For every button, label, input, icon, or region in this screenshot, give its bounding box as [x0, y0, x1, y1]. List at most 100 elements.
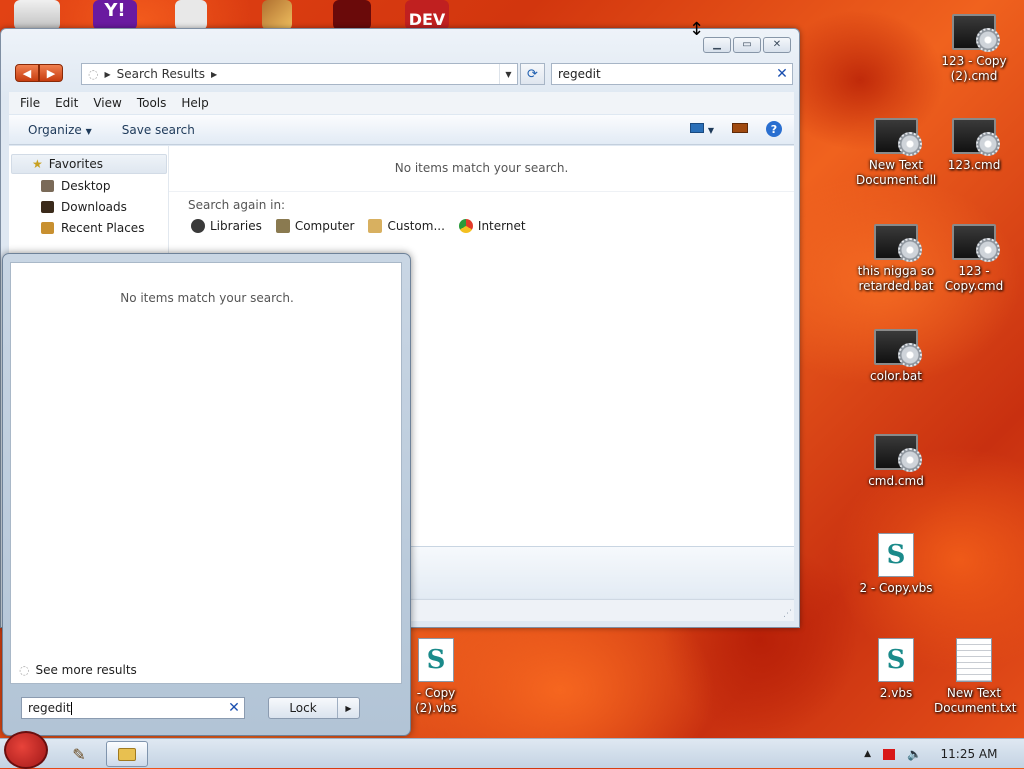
- nav-desktop[interactable]: Desktop: [41, 179, 111, 193]
- search-custom-label: Custom...: [387, 219, 445, 233]
- desktop-file-label: 123 - Copy (2).cmd: [941, 54, 1007, 83]
- folder-icon: [368, 219, 383, 233]
- loading-icon: ◌: [88, 67, 99, 81]
- search-custom-link[interactable]: Custom...: [368, 219, 445, 233]
- menu-edit[interactable]: Edit: [55, 96, 78, 110]
- nav-recent-places[interactable]: Recent Places: [41, 221, 144, 235]
- save-search-button[interactable]: Save search: [122, 123, 195, 137]
- desktop-file-cmd-cmd[interactable]: cmd.cmd: [856, 434, 936, 489]
- help-button[interactable]: ?: [766, 121, 782, 137]
- start-button[interactable]: [4, 731, 48, 769]
- taskbar-explorer-button[interactable]: [106, 741, 148, 767]
- desktop-icon-app-5[interactable]: [333, 0, 371, 30]
- preview-pane-button[interactable]: [732, 122, 748, 136]
- cmd-file-icon: [874, 118, 922, 156]
- cmd-file-icon: [874, 329, 922, 367]
- resize-grip-icon[interactable]: ⋰: [783, 609, 792, 619]
- cmd-file-icon: [952, 118, 1000, 156]
- power-options-arrow-icon[interactable]: ▶: [337, 698, 359, 718]
- close-button[interactable]: ✕: [763, 37, 791, 53]
- breadcrumb-arrow-icon[interactable]: ▶: [211, 70, 217, 79]
- desktop-file-retarded-bat[interactable]: this nigga so retarded.bat: [856, 224, 936, 294]
- show-hidden-icons-button[interactable]: ▲: [864, 749, 871, 759]
- back-button[interactable]: ◀: [15, 64, 39, 82]
- desktop-icon-yahoo[interactable]: Y!: [93, 0, 137, 30]
- desktop-file-new-text-document-txt[interactable]: New Text Document.txt: [934, 638, 1017, 716]
- command-bar: Organize ▼ Save search ▼ ?: [9, 115, 794, 145]
- desktop-icon-app-1[interactable]: [14, 0, 60, 30]
- no-items-message: No items match your search.: [394, 161, 569, 175]
- search-again-links: Libraries Computer Custom... Internet: [191, 219, 526, 233]
- start-no-items-message: No items match your search.: [120, 291, 294, 305]
- search-internet-link[interactable]: Internet: [458, 219, 526, 233]
- menu-view[interactable]: View: [93, 96, 121, 110]
- clear-search-icon[interactable]: ✕: [224, 700, 244, 716]
- explorer-search-input[interactable]: regedit ✕: [551, 63, 793, 85]
- text-caret: [70, 701, 72, 715]
- help-icon: ?: [766, 121, 782, 137]
- start-menu-panel: No items match your search. ◌ See more r…: [2, 253, 411, 736]
- desktop-file-color-bat[interactable]: color.bat: [856, 329, 936, 384]
- preview-pane-icon: [732, 123, 748, 133]
- desktop-file-label: New Text Document.txt: [934, 686, 1017, 715]
- menu-help[interactable]: Help: [181, 96, 208, 110]
- search-libraries-label: Libraries: [210, 219, 262, 233]
- desktop-file-123-cmd[interactable]: 123.cmd: [934, 118, 1014, 173]
- start-search-value: regedit: [28, 701, 71, 715]
- forward-arrow-icon: ▶: [46, 66, 56, 80]
- refresh-icon: ⟳: [527, 66, 538, 82]
- back-arrow-icon: ◀: [22, 66, 32, 80]
- organize-button[interactable]: Organize ▼: [28, 123, 92, 137]
- nav-downloads[interactable]: Downloads: [41, 200, 127, 214]
- search-libraries-link[interactable]: Libraries: [191, 219, 262, 233]
- downloads-icon: [41, 201, 54, 213]
- cmd-file-icon: [952, 14, 1000, 52]
- menu-tools[interactable]: Tools: [137, 96, 167, 110]
- address-bar[interactable]: ◌ ▶ Search Results ▶ ▼: [81, 63, 518, 85]
- nav-desktop-label: Desktop: [61, 179, 111, 193]
- desktop-file-2-vbs[interactable]: S 2.vbs: [856, 638, 936, 701]
- folder-icon: [118, 747, 136, 761]
- minimize-button[interactable]: ▁: [703, 37, 731, 53]
- text-file-icon: [956, 638, 992, 682]
- taskbar: ✎ ▲ 🔈 11:25 AM: [0, 731, 1024, 769]
- maximize-button[interactable]: ▭: [733, 37, 761, 53]
- breadcrumb-arrow-icon[interactable]: ▶: [104, 70, 110, 79]
- desktop-file-2-copy-vbs[interactable]: S 2 - Copy.vbs: [856, 533, 936, 596]
- desktop-icon-brush[interactable]: [262, 0, 292, 30]
- chevron-down-icon: ▼: [707, 126, 714, 135]
- search-internet-label: Internet: [477, 219, 526, 233]
- desktop-file-label: color.bat: [870, 369, 922, 383]
- start-search-input[interactable]: regedit ✕: [21, 697, 245, 719]
- search-computer-link[interactable]: Computer: [275, 219, 354, 233]
- libraries-icon: [191, 219, 205, 233]
- desktop-file-123-copy-2-cmd[interactable]: 123 - Copy (2).cmd: [934, 14, 1014, 84]
- desktop-file-label: 123.cmd: [947, 158, 1001, 172]
- desktop-file-new-text-document-dll[interactable]: New Text Document.dll: [856, 118, 936, 188]
- desktop-icon-cards[interactable]: [175, 0, 207, 30]
- desktop-file-label: cmd.cmd: [868, 474, 924, 488]
- close-icon: ✕: [772, 39, 782, 50]
- forward-button[interactable]: ▶: [39, 64, 63, 82]
- desktop-file-label: 123 - Copy.cmd: [944, 264, 1004, 293]
- system-tray: ▲ 🔈 11:25 AM: [864, 739, 1004, 769]
- desktop-file-123-copy-cmd[interactable]: 123 - Copy.cmd: [934, 224, 1014, 294]
- loading-icon: ◌: [19, 663, 30, 677]
- clock[interactable]: 11:25 AM: [934, 747, 1004, 761]
- address-dropdown-icon[interactable]: ▼: [499, 64, 517, 84]
- lock-button[interactable]: Lock ▶: [268, 697, 360, 719]
- see-more-results-link[interactable]: ◌ See more results: [19, 663, 137, 677]
- address-breadcrumb[interactable]: Search Results: [117, 67, 205, 81]
- nav-favorites[interactable]: ★ Favorites: [11, 154, 167, 174]
- menu-file[interactable]: File: [20, 96, 40, 110]
- taskbar-pinned-app[interactable]: ✎: [58, 741, 100, 767]
- volume-icon[interactable]: 🔈: [907, 747, 922, 761]
- view-options-button[interactable]: ▼: [690, 122, 714, 136]
- desktop-icon-dev[interactable]: DEV: [405, 0, 449, 30]
- see-more-results-label: See more results: [35, 663, 137, 677]
- action-center-icon[interactable]: [883, 748, 896, 760]
- desktop-file-copy-2-vbs[interactable]: S - Copy (2).vbs: [396, 638, 476, 716]
- refresh-button[interactable]: ⟳: [520, 63, 545, 85]
- start-results-area: No items match your search. ◌ See more r…: [10, 262, 402, 684]
- clear-search-icon[interactable]: ✕: [772, 66, 792, 82]
